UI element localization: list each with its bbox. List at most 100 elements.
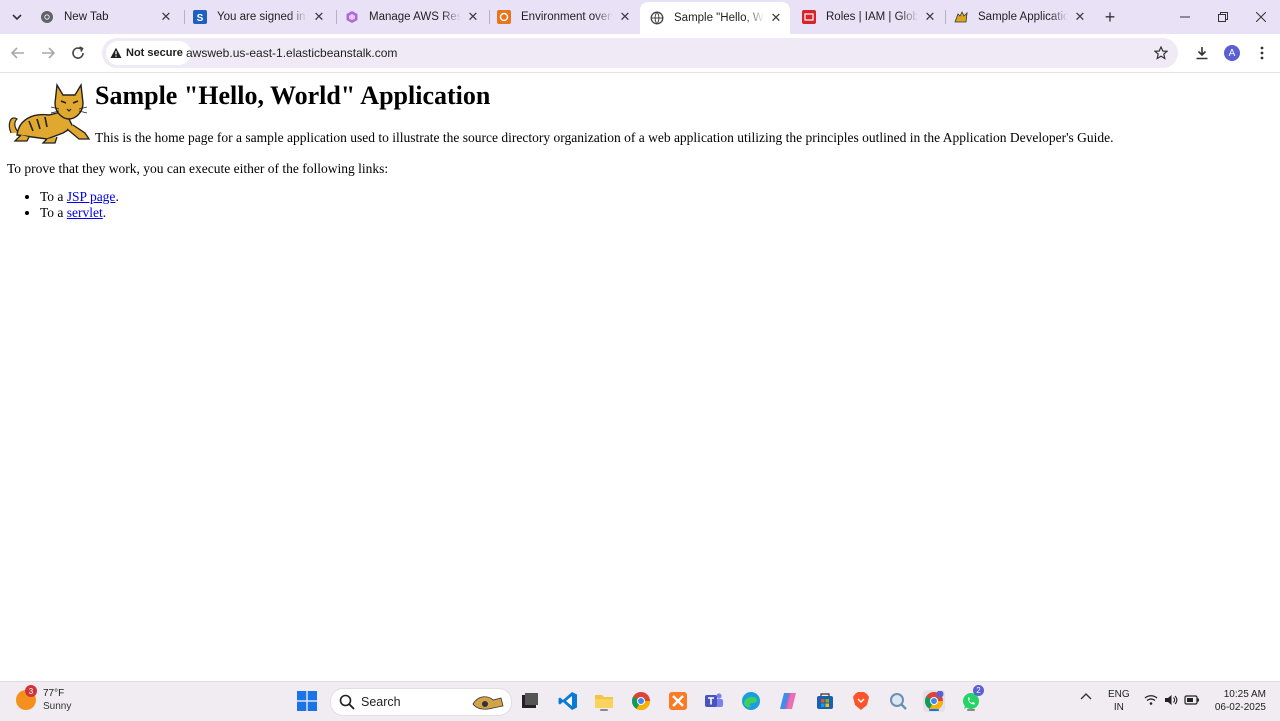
copilot-icon: [780, 693, 796, 709]
tab-search-button[interactable]: [6, 6, 28, 28]
svg-text:S: S: [197, 13, 204, 24]
taskbar-app-taskview[interactable]: [519, 690, 541, 712]
region-code: IN: [1113, 702, 1124, 713]
taskbar-app-file-explorer[interactable]: [593, 690, 615, 712]
tab-signed-in[interactable]: S You are signed in as ✕: [183, 4, 333, 30]
taskbar-app-whatsapp[interactable]: 2: [960, 685, 984, 712]
chevron-down-icon: [12, 14, 22, 21]
search-icon: [339, 694, 355, 710]
minimize-button[interactable]: [1166, 0, 1204, 34]
taskbar-app-brave[interactable]: [850, 690, 872, 712]
link-suffix: .: [102, 205, 107, 220]
taskbar-app-vscode[interactable]: [557, 690, 579, 712]
servlet-link[interactable]: servlet: [67, 205, 103, 220]
system-tray-status[interactable]: [1144, 694, 1200, 706]
taskbar-app-teams[interactable]: [703, 690, 725, 712]
intro-paragraph: This is the home page for a sample appli…: [95, 130, 1114, 145]
taskbar-search[interactable]: Search: [330, 688, 512, 716]
taskbar-app-xampp[interactable]: [667, 690, 689, 712]
taskbar-app-chrome[interactable]: [630, 690, 652, 712]
taskbar-app-chrome-profile[interactable]: [923, 690, 945, 712]
profile-button[interactable]: A: [1222, 43, 1242, 63]
close-icon: [1256, 12, 1266, 22]
list-item: To a servlet.: [40, 205, 119, 221]
close-icon[interactable]: ✕: [768, 10, 784, 26]
aws-resource-icon: [345, 10, 359, 24]
close-icon[interactable]: ✕: [922, 9, 938, 25]
minimize-icon: [1180, 16, 1190, 18]
tomcat-logo: [7, 82, 93, 145]
globe-icon: [650, 11, 664, 25]
tab-new-tab[interactable]: New Tab ✕: [30, 4, 180, 30]
chevron-up-icon: [1080, 693, 1092, 700]
folder-icon: [595, 695, 613, 708]
battery-icon: [1184, 695, 1199, 705]
tab-title: Manage AWS Resour: [369, 11, 461, 23]
link-prefix: To a: [40, 189, 67, 204]
plus-icon: +: [1104, 6, 1116, 27]
close-icon[interactable]: ✕: [617, 9, 633, 25]
restore-button[interactable]: [1204, 0, 1242, 34]
download-icon: [1196, 47, 1208, 60]
address-bar[interactable]: Not secure awsweb.us-east-1.elasticbeans…: [102, 38, 1178, 68]
taskbar-app-network-tool[interactable]: [887, 690, 909, 712]
reload-icon: [72, 46, 84, 59]
notification-badge: 2: [973, 685, 984, 696]
reload-button[interactable]: [66, 41, 90, 65]
url-text[interactable]: awsweb.us-east-1.elasticbeanstalk.com: [186, 46, 397, 60]
forward-arrow-icon: [42, 47, 55, 59]
s-icon: S: [193, 10, 207, 24]
vscode-icon: [558, 692, 577, 710]
language-indicator[interactable]: ENG IN: [1108, 688, 1130, 714]
security-status: Not secure: [126, 47, 183, 59]
taskbar-app-edge[interactable]: [740, 690, 762, 712]
tab-iam-roles[interactable]: Roles | IAM | Global ✕: [792, 4, 944, 30]
forward-button[interactable]: [36, 41, 60, 65]
back-button[interactable]: [6, 41, 30, 65]
weather-temperature: 77°F: [43, 688, 65, 699]
close-window-button[interactable]: [1242, 0, 1280, 34]
tab-environment-overview[interactable]: Environment overvie ✕: [487, 4, 639, 30]
brave-icon: [853, 692, 869, 710]
tab-sample-application[interactable]: Sample Application ✕: [944, 4, 1094, 30]
new-tab-button[interactable]: +: [1099, 6, 1121, 28]
clock[interactable]: 10:25 AM 06-02-2025: [1212, 688, 1266, 714]
edge-icon: [742, 692, 760, 710]
link-prefix: To a: [40, 205, 67, 220]
tab-hello-world[interactable]: Sample "Hello, Worl ✕: [640, 2, 790, 34]
star-icon: [1154, 46, 1168, 60]
jsp-page-link[interactable]: JSP page: [67, 189, 116, 204]
running-indicator: [600, 709, 608, 711]
close-icon[interactable]: ✕: [158, 9, 174, 25]
chrome-icon: [924, 691, 944, 711]
close-icon[interactable]: ✕: [465, 9, 481, 25]
prove-paragraph: To prove that they work, you can execute…: [7, 161, 389, 176]
close-icon[interactable]: ✕: [311, 9, 327, 25]
tab-title: Roles | IAM | Global: [826, 11, 918, 23]
beanstalk-icon: [497, 10, 511, 24]
menu-button[interactable]: [1252, 43, 1272, 63]
search-highlight-icon: [472, 696, 504, 710]
taskbar-app-copilot[interactable]: [777, 690, 799, 712]
tab-title: Sample Application: [978, 11, 1068, 23]
link-suffix: .: [115, 189, 119, 204]
warning-icon: [110, 47, 122, 58]
show-hidden-icons-button[interactable]: [1080, 692, 1092, 706]
site-info-button[interactable]: Not secure: [106, 41, 191, 65]
tab-title: Sample "Hello, Worl: [674, 12, 764, 24]
kebab-menu-icon: [1260, 46, 1264, 60]
downloads-button[interactable]: [1192, 43, 1212, 63]
tab-title: Environment overvie: [521, 11, 613, 23]
search-label: Search: [361, 695, 401, 709]
taskbar-app-store[interactable]: [814, 690, 836, 712]
close-icon[interactable]: ✕: [1072, 9, 1088, 25]
tab-manage-aws[interactable]: Manage AWS Resour ✕: [335, 4, 487, 30]
sun-icon: 3: [16, 685, 37, 710]
tab-title: You are signed in as: [217, 11, 307, 23]
start-button[interactable]: [296, 690, 318, 712]
avatar: A: [1224, 45, 1240, 61]
weather-widget[interactable]: 3 77°F Sunny: [16, 685, 71, 713]
volume-icon: [1165, 695, 1178, 705]
bookmark-button[interactable]: [1152, 44, 1170, 62]
tab-strip: New Tab ✕ S You are signed in as ✕ Manag…: [0, 0, 1280, 34]
